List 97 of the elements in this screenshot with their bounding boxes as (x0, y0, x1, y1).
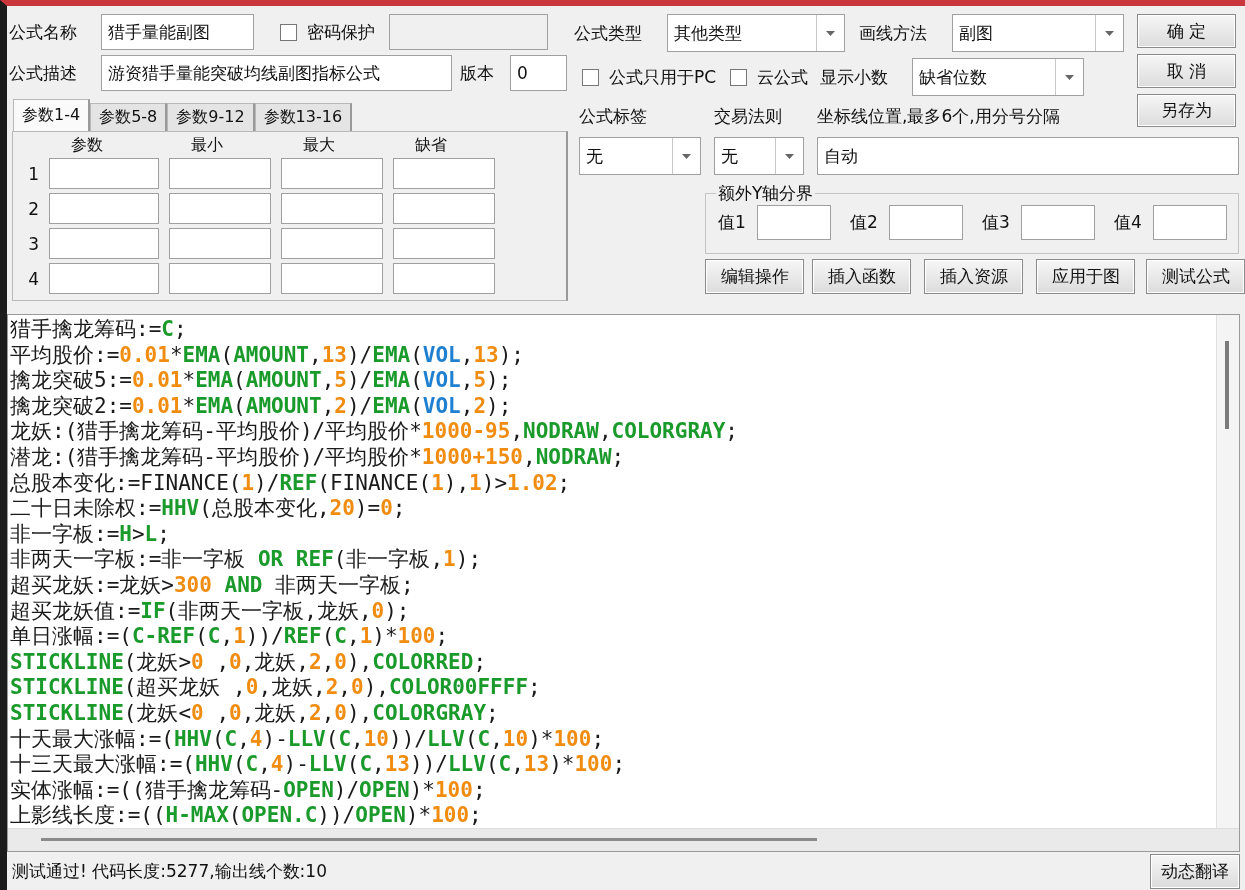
code-line: 上影线长度:=((H-MAX(OPEN.C))/OPEN)*100; (10, 803, 483, 828)
param-field[interactable] (49, 228, 159, 259)
column-header: 最小 (190, 134, 224, 156)
param-field[interactable] (169, 158, 271, 189)
code-line: 擒龙突破5:=0.01*EMA(AMOUNT,5)/EMA(VOL,5); (10, 368, 513, 394)
param-field[interactable] (169, 228, 271, 259)
param-field[interactable] (281, 263, 383, 294)
value-field[interactable] (757, 205, 831, 240)
field-label: 公式类型 (574, 21, 643, 45)
row-number: 4 (27, 268, 39, 289)
version-field[interactable]: 0 (510, 55, 567, 91)
field-label: 交易法则 (714, 104, 783, 128)
checkbox[interactable] (730, 68, 748, 86)
code-line: 超买龙妖值:=IF(非两天一字板,龙妖,0); (10, 598, 411, 625)
horizontal-scrollbar[interactable] (8, 828, 1239, 851)
param-field[interactable] (49, 263, 159, 294)
field-label: 值3 (982, 211, 1011, 234)
param-field[interactable] (393, 193, 495, 224)
code-line: STICKLINE(龙妖<0 ,0,龙妖,2,0),COLORGRAY; (10, 700, 500, 727)
action-button[interactable]: 插入函数 (812, 258, 911, 294)
field-label: 值2 (850, 211, 879, 234)
code-line: 实体涨幅:=((猎手擒龙筹码-OPEN)/OPEN)*100; (10, 777, 487, 804)
description-field[interactable]: 游资猎手量能突破均线副图指标公式 (101, 55, 452, 91)
dialog-button[interactable]: 确 定 (1137, 14, 1236, 48)
code-line: 潜龙:(猎手擒龙筹码-平均股价)/平均股价*1000+150,NODRAW; (10, 444, 626, 471)
field-label: 版本 (460, 61, 495, 85)
field-label: 公式描述 (9, 61, 78, 85)
param-field[interactable] (169, 193, 271, 224)
param-field[interactable] (169, 263, 271, 294)
code-line: 总股本变化:=FINANCE(1)/REF(FINANCE(1),1)>1.02; (10, 470, 572, 497)
action-button[interactable]: 应用于图 (1036, 258, 1135, 294)
checkbox[interactable] (280, 23, 297, 41)
code-line: 平均股价:=0.01*EMA(AMOUNT,13)/EMA(VOL,13); (10, 342, 525, 369)
row-number: 1 (27, 163, 39, 184)
checkbox[interactable] (582, 68, 599, 86)
param-field[interactable] (281, 228, 383, 259)
param-field[interactable] (49, 158, 159, 189)
column-header: 缺省 (414, 134, 448, 156)
checkbox-label: 公式只用于PC (609, 65, 717, 89)
param-field[interactable] (393, 228, 495, 259)
field-label: 公式标签 (579, 104, 648, 128)
action-button[interactable]: 测试公式 (1146, 258, 1245, 294)
code-line: 非一字板:=H>L; (10, 521, 171, 548)
row-number: 3 (27, 233, 39, 254)
code-line: 十三天最大涨幅:=(HHV(C,4)-LLV(C,13))/LLV(C,13)*100; (10, 752, 627, 778)
axis-field[interactable]: 自动 (817, 137, 1239, 175)
type-select[interactable]: 其他类型 (667, 14, 845, 52)
scrollbar-thumb[interactable] (41, 838, 817, 841)
value-field[interactable] (1153, 205, 1227, 240)
tag-select[interactable]: 无 (579, 137, 701, 175)
field-label: 值4 (1114, 211, 1143, 234)
tab[interactable]: 参数9-12 (167, 103, 255, 131)
param-field[interactable] (281, 193, 383, 224)
param-field[interactable] (49, 193, 159, 224)
code-line: 单日涨幅:=(C-REF(C,1))/REF(C,1)*100; (10, 624, 450, 650)
code-line: 龙妖:(猎手擒龙筹码-平均股价)/平均股价*1000-95,NODRAW,COLORGRAY; (10, 419, 739, 445)
name-field[interactable]: 猎手量能副图 (101, 14, 254, 50)
action-button[interactable]: 编辑操作 (705, 258, 804, 294)
tab[interactable]: 参数5-8 (90, 103, 168, 131)
tab[interactable]: 参数1-4 (13, 99, 91, 131)
status-message: 测试通过! 代码长度:5277,输出线个数:10 (12, 859, 327, 883)
dialog-button[interactable]: 取 消 (1137, 54, 1236, 88)
code-editor[interactable] (7, 314, 1240, 852)
column-header: 最大 (302, 134, 336, 156)
value-field[interactable] (1021, 205, 1095, 240)
vertical-scrollbar[interactable] (1216, 315, 1239, 828)
column-header: 参数 (70, 134, 104, 156)
checkbox-label: 云公式 (757, 65, 809, 89)
action-button[interactable]: 插入资源 (924, 258, 1023, 294)
row-number: 2 (27, 198, 39, 219)
code-line: STICKLINE(超买龙妖 ,0,龙妖,2,0),COLOR00FFFF; (10, 675, 542, 701)
group-title: 额外Y轴分界 (717, 182, 815, 205)
password-field[interactable] (389, 14, 548, 50)
field-label: 值1 (718, 211, 747, 234)
code-line: STICKLINE(龙妖>0 ,0,龙妖,2,0),COLORRED; (10, 649, 488, 676)
trade-rule-select[interactable]: 无 (714, 137, 804, 175)
code-line: 二十日未除权:=HHV(总股本变化,20)=0; (10, 496, 407, 522)
decimals-select[interactable]: 缺省位数 (912, 58, 1085, 96)
field-label: 画线方法 (859, 21, 928, 45)
code-line: 非两天一字板:=非一字板 OR REF(非一字板,1); (10, 547, 483, 573)
code-line: 擒龙突破2:=0.01*EMA(AMOUNT,2)/EMA(VOL,2); (10, 393, 513, 420)
param-field[interactable] (393, 263, 495, 294)
scrollbar-thumb[interactable] (1225, 341, 1229, 429)
field-label: 显示小数 (820, 65, 890, 89)
code-line: 猎手擒龙筹码:=C; (10, 317, 188, 343)
tab[interactable]: 参数13-16 (254, 103, 353, 131)
param-field[interactable] (393, 158, 495, 189)
dialog-button[interactable]: 另存为 (1137, 94, 1236, 127)
code-line: 超买龙妖:=龙妖>300 AND 非两天一字板; (10, 572, 415, 599)
translate-button[interactable]: 动态翻译 (1150, 853, 1240, 889)
draw-method-select[interactable]: 副图 (952, 14, 1124, 52)
field-label: 公式名称 (9, 20, 78, 44)
value-field[interactable] (889, 205, 963, 240)
checkbox-label: 密码保护 (307, 20, 375, 44)
param-field[interactable] (281, 158, 383, 189)
code-line: 十天最大涨幅:=(HHV(C,4)-LLV(C,10))/LLV(C,10)*100; (10, 726, 606, 753)
field-label: 坐标线位置,最多6个,用分号分隔 (817, 104, 1060, 128)
